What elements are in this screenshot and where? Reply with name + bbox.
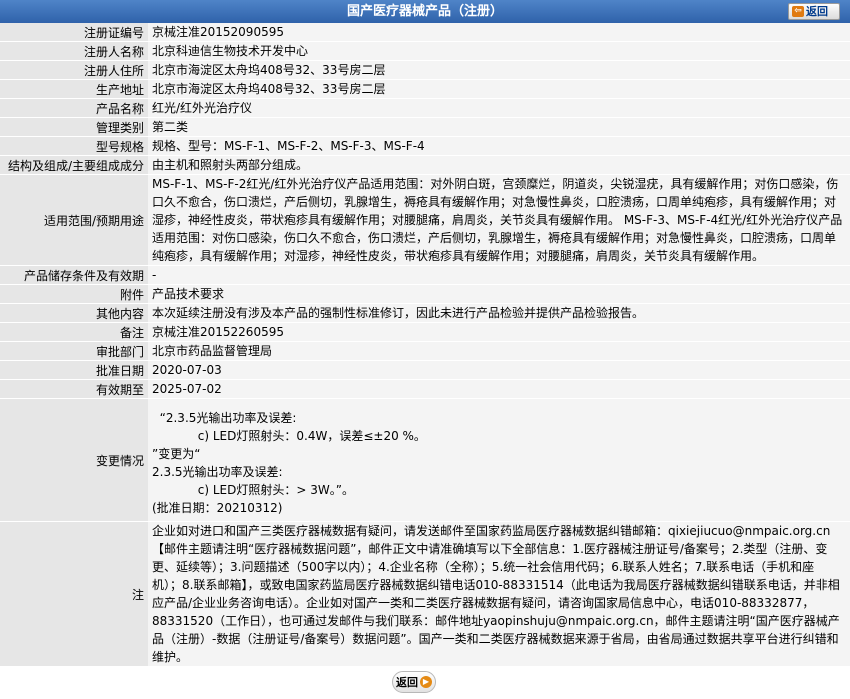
- field-label: 注: [0, 521, 148, 667]
- table-row: 批准日期 2020-07-03: [0, 360, 850, 380]
- table-row: 适用范围/预期用途 MS-F-1、MS-F-2红光/红外光治疗仪产品适用范围：对…: [0, 174, 850, 266]
- page-header: 国产医疗器械产品（注册） ⇦ 返回: [0, 0, 850, 23]
- field-label: 注册人名称: [0, 41, 148, 61]
- back-button-top[interactable]: ⇦ 返回: [788, 3, 840, 20]
- field-value: 本次延续注册没有涉及本产品的强制性标准修订，因此未进行产品检验并提供产品检验报告…: [148, 303, 850, 323]
- table-row: 注册人住所 北京市海淀区太舟坞408号32、33号房二层: [0, 60, 850, 80]
- table-row: 注 企业如对进口和国产三类医疗器械数据有疑问，请发送邮件至国家药监局医疗器械数据…: [0, 521, 850, 667]
- field-label: 有效期至: [0, 379, 148, 399]
- field-label: 型号规格: [0, 136, 148, 156]
- table-row: 其他内容 本次延续注册没有涉及本产品的强制性标准修订，因此未进行产品检验并提供产…: [0, 303, 850, 323]
- back-button-bottom[interactable]: 返回 ▶: [392, 671, 436, 693]
- field-value: MS-F-1、MS-F-2红光/红外光治疗仪产品适用范围：对外阴白斑，宫颈糜烂，…: [148, 174, 850, 266]
- table-row: 变更情况 “2.3.5光输出功率及误差: c) LED灯照射头：0.4W，误差≤…: [0, 398, 850, 522]
- field-value: 北京市药品监督管理局: [148, 341, 850, 361]
- field-label: 其他内容: [0, 303, 148, 323]
- back-button-top-label: 返回: [806, 5, 828, 18]
- table-row: 产品名称 红光/红外光治疗仪: [0, 98, 850, 118]
- table-row: 产品储存条件及有效期 -: [0, 265, 850, 285]
- field-value: -: [148, 265, 850, 285]
- field-value: 企业如对进口和国产三类医疗器械数据有疑问，请发送邮件至国家药监局医疗器械数据纠错…: [148, 521, 850, 667]
- field-label: 备注: [0, 322, 148, 342]
- field-label: 批准日期: [0, 360, 148, 380]
- table-row: 备注 京械注准20152260595: [0, 322, 850, 342]
- field-value: 2020-07-03: [148, 360, 850, 380]
- field-value: 由主机和照射头两部分组成。: [148, 155, 850, 175]
- table-row: 注册人名称 北京科迪信生物技术开发中心: [0, 41, 850, 61]
- table-row: 结构及组成/主要组成成分 由主机和照射头两部分组成。: [0, 155, 850, 175]
- field-value: 京械注准20152090595: [148, 23, 850, 42]
- field-label: 适用范围/预期用途: [0, 174, 148, 266]
- field-label: 变更情况: [0, 398, 148, 522]
- field-value: “2.3.5光输出功率及误差: c) LED灯照射头：0.4W，误差≤±20 %…: [148, 398, 850, 522]
- field-label: 产品名称: [0, 98, 148, 118]
- field-value: 北京科迪信生物技术开发中心: [148, 41, 850, 61]
- field-label: 附件: [0, 284, 148, 304]
- back-arrow-icon: ▶: [420, 676, 432, 688]
- field-value: 北京市海淀区太舟坞408号32、33号房二层: [148, 60, 850, 80]
- field-value: 第二类: [148, 117, 850, 137]
- field-label: 结构及组成/主要组成成分: [0, 155, 148, 175]
- field-value: 产品技术要求: [148, 284, 850, 304]
- back-button-bottom-label: 返回: [396, 676, 418, 689]
- detail-table: 注册证编号 京械注准20152090595 注册人名称 北京科迪信生物技术开发中…: [0, 23, 850, 667]
- table-row: 附件 产品技术要求: [0, 284, 850, 304]
- field-label: 生产地址: [0, 79, 148, 99]
- page-title: 国产医疗器械产品（注册）: [346, 4, 503, 19]
- field-value: 规格、型号：MS-F-1、MS-F-2、MS-F-3、MS-F-4: [148, 136, 850, 156]
- field-label: 审批部门: [0, 341, 148, 361]
- field-label: 产品储存条件及有效期: [0, 265, 148, 285]
- field-value: 2025-07-02: [148, 379, 850, 399]
- field-label: 注册证编号: [0, 23, 148, 42]
- field-value: 京械注准20152260595: [148, 322, 850, 342]
- table-row: 生产地址 北京市海淀区太舟坞408号32、33号房二层: [0, 79, 850, 99]
- field-value: 北京市海淀区太舟坞408号32、33号房二层: [148, 79, 850, 99]
- table-row: 有效期至 2025-07-02: [0, 379, 850, 399]
- back-arrow-icon: ⇦: [792, 6, 804, 17]
- field-label: 注册人住所: [0, 60, 148, 80]
- field-value: 红光/红外光治疗仪: [148, 98, 850, 118]
- table-row: 审批部门 北京市药品监督管理局: [0, 341, 850, 361]
- field-label: 管理类别: [0, 117, 148, 137]
- table-row: 注册证编号 京械注准20152090595: [0, 23, 850, 42]
- table-row: 型号规格 规格、型号：MS-F-1、MS-F-2、MS-F-3、MS-F-4: [0, 136, 850, 156]
- table-row: 管理类别 第二类: [0, 117, 850, 137]
